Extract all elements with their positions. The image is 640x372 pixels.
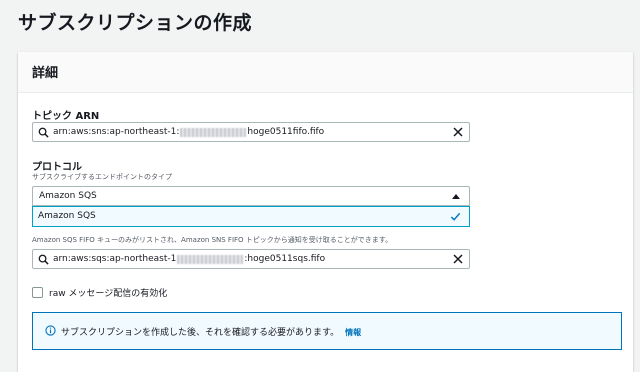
topic-arn-value: arn:aws:sns:ap-northeast-1: hoge0511fifo.… xyxy=(53,127,324,137)
topic-arn-input[interactable]: arn:aws:sns:ap-northeast-1: hoge0511fifo.… xyxy=(32,122,470,142)
page-title: サブスクリプションの作成 xyxy=(18,12,253,34)
raw-delivery-row[interactable]: raw メッセージ配信の有効化 xyxy=(32,286,167,299)
option-label: Amazon SQS xyxy=(38,211,96,221)
protocol-option-amazon-sqs[interactable]: Amazon SQS xyxy=(32,206,470,227)
protocol-description: サブスクライブするエンドポイントのタイプ xyxy=(32,173,172,181)
protocol-select[interactable]: Amazon SQS xyxy=(32,186,470,206)
topic-arn-label: トピック ARN xyxy=(32,111,100,122)
panel-title: 詳細 xyxy=(32,66,59,81)
topic-arn-prefix: arn:aws:sns:ap-northeast-1: xyxy=(53,127,180,137)
info-alert: サブスクリプションを作成した後、それを確認する必要があります。 情報 xyxy=(32,312,622,350)
info-alert-message: サブスクリプションを作成した後、それを確認する必要があります。 情報 xyxy=(61,325,361,338)
raw-delivery-label: raw メッセージ配信の有効化 xyxy=(49,289,168,299)
redacted-account-id xyxy=(180,127,247,137)
caret-up-icon xyxy=(452,194,460,199)
protocol-selected-value: Amazon SQS xyxy=(39,191,97,201)
info-alert-text: サブスクリプションを作成した後、それを確認する必要があります。 xyxy=(61,328,340,338)
search-icon xyxy=(38,127,49,138)
endpoint-description: Amazon SQS FIFO キューのみがリストされ、Amazon SNS F… xyxy=(32,236,393,244)
clear-icon[interactable] xyxy=(453,127,463,137)
endpoint-input[interactable]: arn:aws:sqs:ap-northeast-1 :hoge0511sqs.f… xyxy=(32,249,470,269)
clear-icon[interactable] xyxy=(453,254,463,264)
redacted-account-id xyxy=(177,254,244,264)
details-panel: 詳細 トピック ARN arn:aws:sns:ap-northeast-1: h… xyxy=(18,52,633,372)
topic-arn-suffix: hoge0511fifo.fifo xyxy=(247,127,325,137)
search-icon xyxy=(38,254,49,265)
check-icon xyxy=(450,212,461,221)
protocol-label: プロトコル xyxy=(32,162,82,173)
info-icon xyxy=(45,325,56,336)
endpoint-suffix: :hoge0511sqs.fifo xyxy=(244,254,326,264)
endpoint-value: arn:aws:sqs:ap-northeast-1 :hoge0511sqs.f… xyxy=(53,254,325,264)
info-link[interactable]: 情報 xyxy=(345,328,361,337)
raw-delivery-checkbox[interactable] xyxy=(32,287,43,298)
endpoint-prefix: arn:aws:sqs:ap-northeast-1 xyxy=(53,254,177,264)
panel-header: 詳細 xyxy=(18,52,633,93)
